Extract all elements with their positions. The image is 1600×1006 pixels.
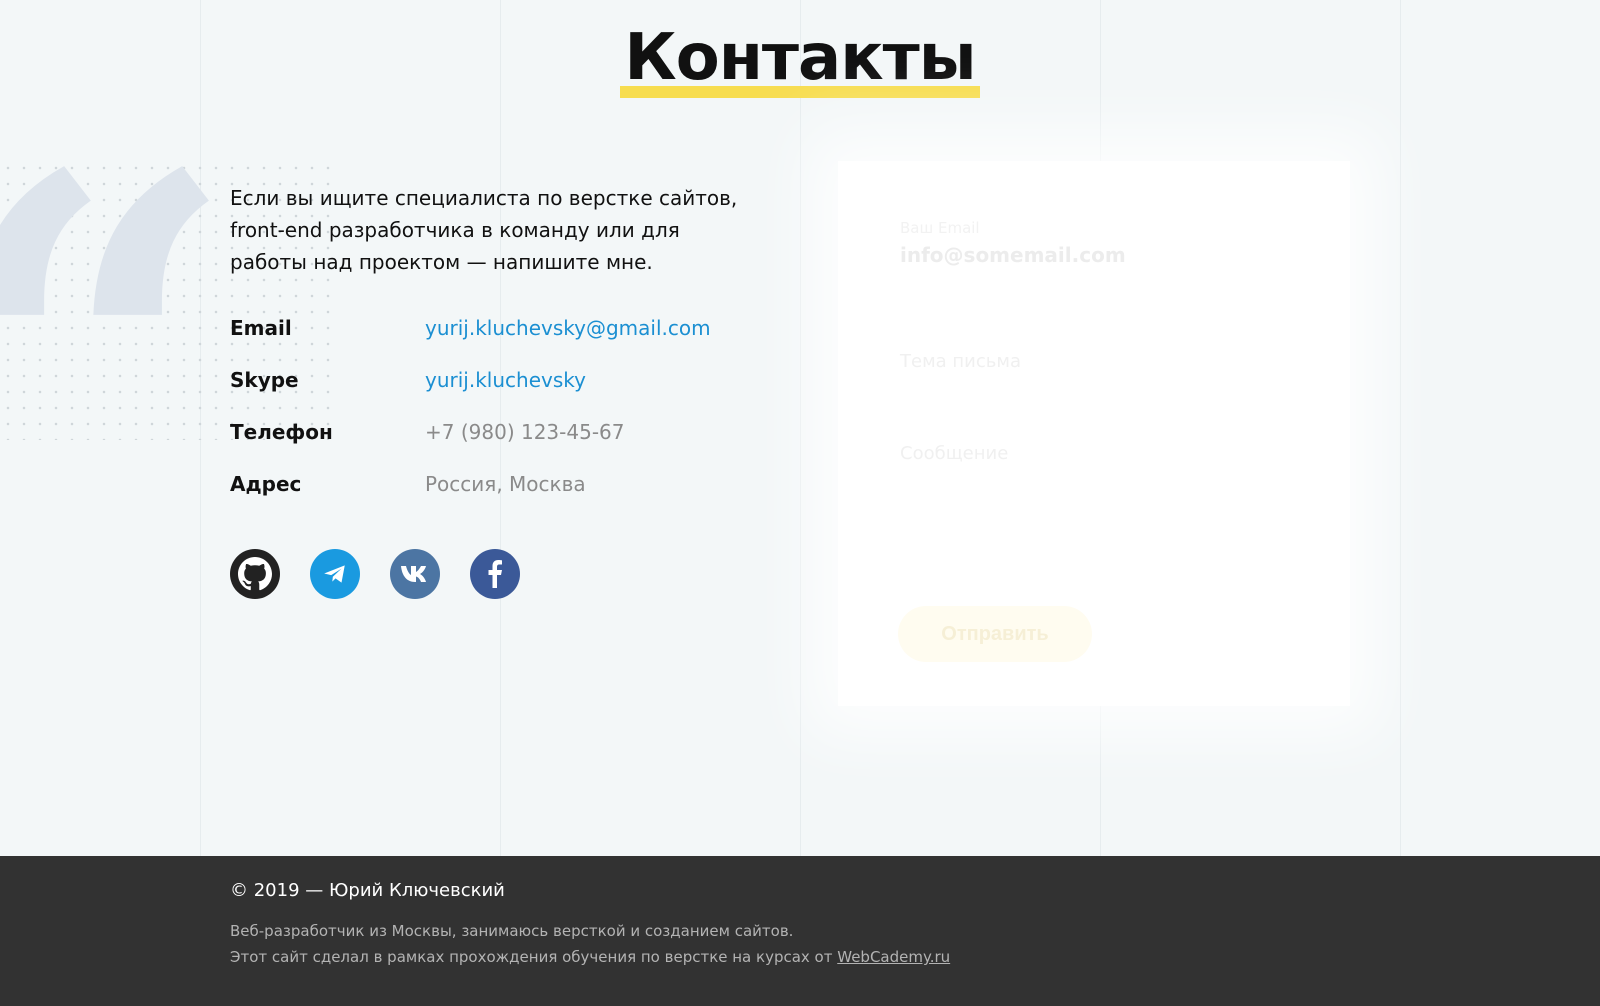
- contact-list: Email yurij.kluchevsky@gmail.com Skype y…: [230, 316, 770, 524]
- quote-mark-icon: “: [0, 110, 239, 630]
- contact-row-skype: Skype yurij.kluchevsky: [230, 368, 770, 420]
- github-icon[interactable]: [230, 549, 280, 599]
- phone-value: +7 (980) 123-45-67: [425, 420, 625, 444]
- vk-icon[interactable]: [390, 549, 440, 599]
- contact-label: Skype: [230, 368, 299, 392]
- footer-description: Веб-разработчик из Москвы, занимаюсь вер…: [230, 922, 794, 940]
- contact-row-phone: Телефон +7 (980) 123-45-67: [230, 420, 770, 472]
- page-title: Контакты: [620, 18, 980, 98]
- title-section: Контакты: [0, 18, 1600, 98]
- intro-text: Если вы ищите специалиста по верстке сай…: [230, 186, 738, 274]
- telegram-icon[interactable]: [310, 549, 360, 599]
- grid-line: [800, 0, 801, 856]
- subject-field[interactable]: Тема письма: [900, 351, 1021, 372]
- footer-credits: Этот сайт сделал в рамках прохождения об…: [230, 948, 950, 966]
- contact-form: Ваш Email info@somemail.com Тема письма …: [838, 161, 1350, 706]
- message-field[interactable]: Сообщение: [900, 443, 1008, 464]
- webcademy-link[interactable]: WebCademy.ru: [837, 948, 950, 966]
- contact-row-address: Адрес Россия, Москва: [230, 472, 770, 524]
- contact-row-email: Email yurij.kluchevsky@gmail.com: [230, 316, 770, 368]
- email-field-label: Ваш Email: [900, 219, 980, 237]
- email-link[interactable]: yurij.kluchevsky@gmail.com: [425, 316, 711, 340]
- skype-link[interactable]: yurij.kluchevsky: [425, 368, 586, 392]
- footer-credits-text: Этот сайт сделал в рамках прохождения об…: [230, 948, 838, 966]
- email-field[interactable]: info@somemail.com: [900, 243, 1126, 267]
- contact-label: Email: [230, 316, 292, 340]
- contact-label: Адрес: [230, 472, 302, 496]
- grid-line: [1400, 0, 1401, 856]
- facebook-icon[interactable]: [470, 549, 520, 599]
- social-links: [230, 549, 520, 599]
- copyright-text: © 2019 — Юрий Ключевский: [230, 880, 505, 901]
- submit-button[interactable]: Отправить: [898, 606, 1092, 662]
- footer: © 2019 — Юрий Ключевский Веб-разработчик…: [0, 856, 1600, 1006]
- contact-label: Телефон: [230, 420, 333, 444]
- address-value: Россия, Москва: [425, 472, 586, 496]
